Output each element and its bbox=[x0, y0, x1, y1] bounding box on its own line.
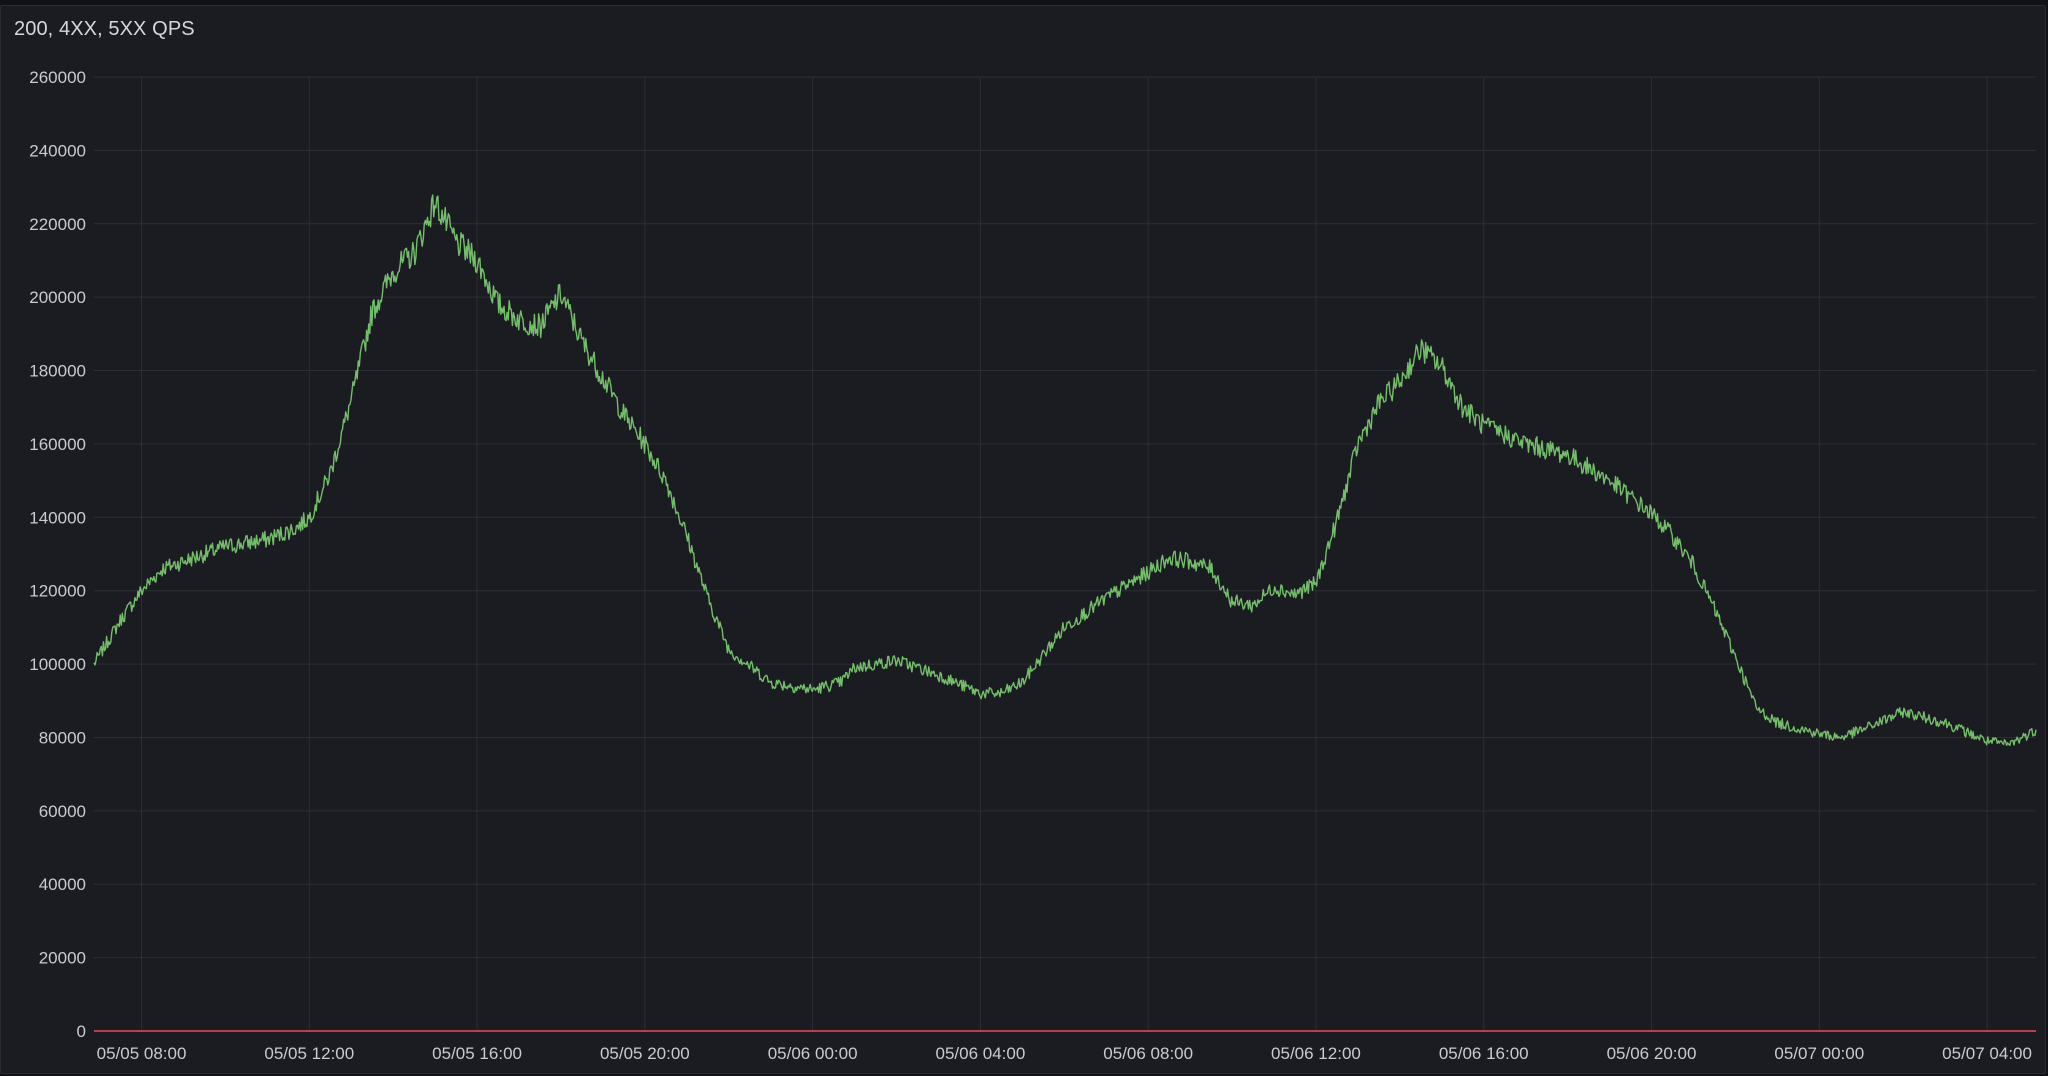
x-tick-label: 05/06 16:00 bbox=[1439, 1044, 1529, 1063]
y-tick-label: 260000 bbox=[29, 68, 86, 87]
y-tick-label: 20000 bbox=[39, 949, 86, 968]
y-tick-label: 120000 bbox=[29, 582, 86, 601]
series-line-qps bbox=[93, 194, 2037, 746]
y-tick-label: 200000 bbox=[29, 288, 86, 307]
x-tick-label: 05/05 12:00 bbox=[264, 1044, 354, 1063]
grid bbox=[94, 76, 2036, 1032]
y-tick-label: 40000 bbox=[39, 875, 86, 894]
x-tick-label: 05/06 12:00 bbox=[1271, 1044, 1361, 1063]
x-tick-label: 05/06 08:00 bbox=[1103, 1044, 1193, 1063]
y-tick-label: 0 bbox=[77, 1022, 86, 1041]
y-tick-label: 180000 bbox=[29, 362, 86, 381]
y-axis: 0 20000 40000 60000 80000 100000 120000 140000 1… bbox=[29, 68, 86, 1041]
y-tick-label: 100000 bbox=[29, 655, 86, 674]
x-tick-label: 05/07 00:00 bbox=[1774, 1044, 1864, 1063]
x-tick-label: 05/06 20:00 bbox=[1607, 1044, 1697, 1063]
x-tick-label: 05/05 20:00 bbox=[600, 1044, 690, 1063]
line-chart: 0 20000 40000 60000 80000 100000 120000 140000 1… bbox=[29, 68, 2037, 1063]
series-layer bbox=[93, 194, 2037, 1032]
x-tick-label: 05/06 00:00 bbox=[768, 1044, 858, 1063]
y-tick-label: 220000 bbox=[29, 215, 86, 234]
y-tick-label: 60000 bbox=[39, 802, 86, 821]
y-tick-label: 140000 bbox=[29, 508, 86, 527]
x-axis: 05/05 08:00 05/05 12:00 05/05 16:00 05/05 2… bbox=[97, 1044, 2032, 1063]
y-tick-label: 80000 bbox=[39, 728, 86, 747]
x-tick-label: 05/05 08:00 bbox=[97, 1044, 187, 1063]
x-tick-label: 05/06 04:00 bbox=[936, 1044, 1026, 1063]
x-tick-label: 05/05 16:00 bbox=[432, 1044, 522, 1063]
x-tick-label: 05/07 04:00 bbox=[1942, 1044, 2032, 1063]
y-tick-label: 160000 bbox=[29, 435, 86, 454]
y-tick-label: 240000 bbox=[29, 141, 86, 160]
